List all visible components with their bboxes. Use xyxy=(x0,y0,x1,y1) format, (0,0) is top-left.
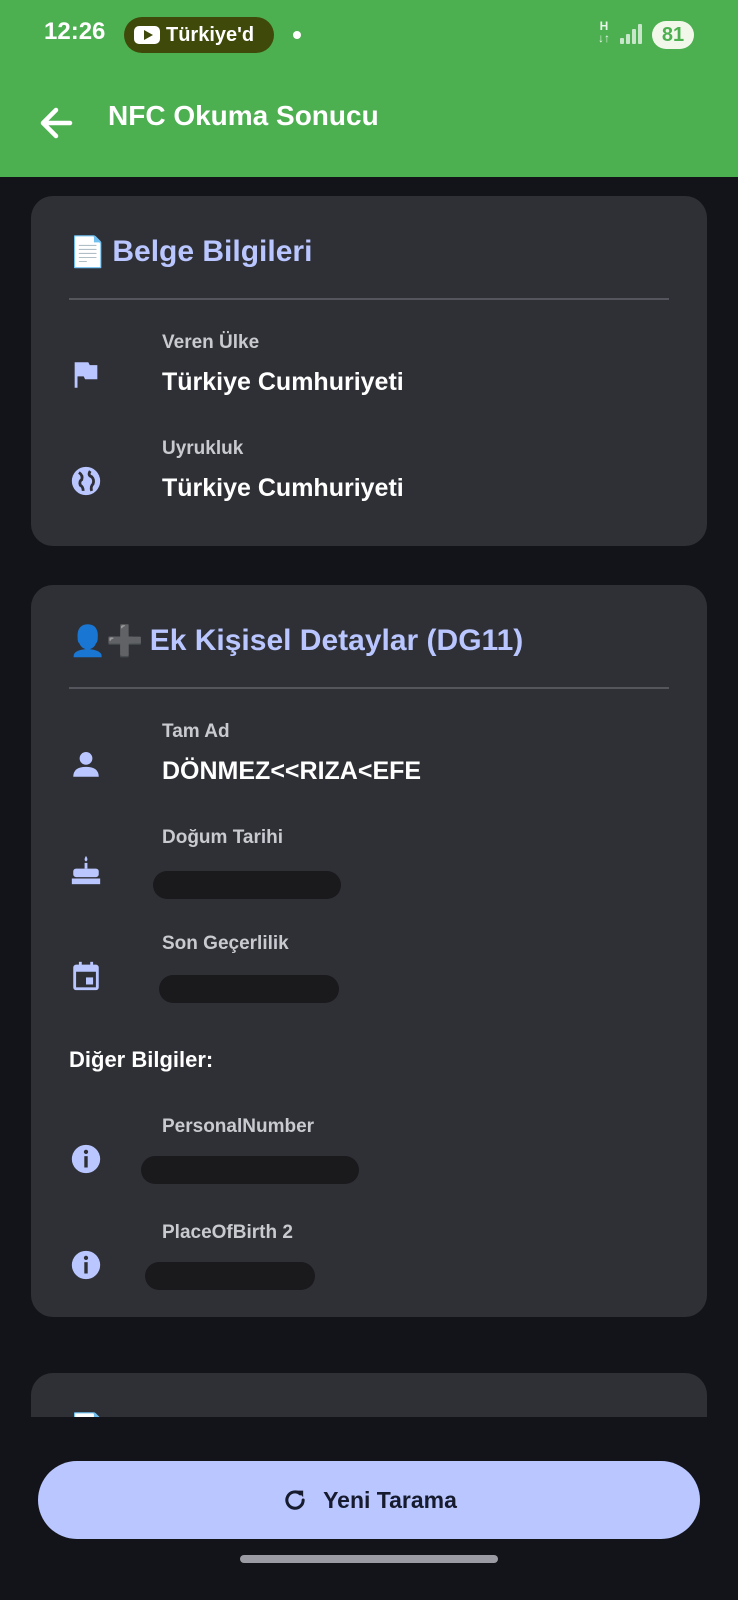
field-label: Son Geçerlilik xyxy=(162,933,289,954)
cake-icon xyxy=(71,855,101,885)
field-label: Veren Ülke xyxy=(162,332,260,353)
top-bar: 12:26 Türkiye'd H ↓↑ 81 NFC Okuma Sonucu xyxy=(0,0,738,177)
field-label: Uyrukluk xyxy=(162,438,244,459)
document-icon: 📄 xyxy=(69,235,107,269)
redacted-value xyxy=(141,1156,359,1184)
redacted-value xyxy=(159,975,339,1003)
status-time: 12:26 xyxy=(44,18,106,45)
other-info-heading: Diğer Bilgiler: xyxy=(69,1047,214,1072)
calendar-icon xyxy=(73,961,99,991)
card-header: 📄 xyxy=(69,1409,112,1418)
new-scan-button[interactable]: Yeni Tarama xyxy=(38,1461,700,1539)
notification-app-name: Türkiye'd xyxy=(166,24,255,46)
home-indicator[interactable] xyxy=(240,1555,498,1563)
place-of-birth-row: PlaceOfBirth 2 xyxy=(69,1222,669,1302)
battery-indicator: 81 xyxy=(652,21,694,49)
document-info-card: 📄 Belge Bilgileri Veren Ülke Türkiye Cum… xyxy=(31,196,707,546)
additional-card: 📄 xyxy=(31,1373,707,1417)
divider xyxy=(69,687,669,689)
arrow-back-icon xyxy=(40,107,73,139)
card-title: Ek Kişisel Detaylar (DG11) xyxy=(149,624,524,657)
field-value: Türkiye Cumhuriyeti xyxy=(162,474,404,502)
redacted-value xyxy=(145,1262,315,1290)
status-bar: 12:26 Türkiye'd H ↓↑ 81 xyxy=(0,0,738,70)
field-value: Türkiye Cumhuriyeti xyxy=(162,368,404,396)
refresh-icon xyxy=(285,1490,305,1510)
person-icon xyxy=(73,751,99,777)
back-button[interactable] xyxy=(32,98,82,148)
person-add-icon: 👤➕ xyxy=(69,624,144,658)
full-name-row: Tam Ad DÖNMEZ<<RIZA<EFE xyxy=(69,721,669,801)
bottom-bar: Yeni Tarama xyxy=(0,1417,738,1600)
flag-icon xyxy=(74,362,98,388)
field-value: DÖNMEZ<<RIZA<EFE xyxy=(162,757,422,785)
info-icon xyxy=(71,1144,101,1174)
divider xyxy=(69,298,669,300)
expiry-date-row: Son Geçerlilik xyxy=(69,933,669,1013)
issuing-country-row: Veren Ülke Türkiye Cumhuriyeti xyxy=(69,332,669,412)
notification-dot-icon xyxy=(293,31,301,39)
network-type: H ↓↑ xyxy=(598,19,610,45)
page-title: NFC Okuma Sonucu xyxy=(108,100,379,131)
globe-icon xyxy=(71,466,101,496)
app-bar: NFC Okuma Sonucu xyxy=(0,70,738,177)
card-header: 📄 Belge Bilgileri xyxy=(69,232,312,272)
redacted-value xyxy=(153,871,341,899)
birth-date-row: Doğum Tarihi xyxy=(69,827,669,907)
notification-pill[interactable]: Türkiye'd xyxy=(124,17,274,53)
field-label: PlaceOfBirth 2 xyxy=(162,1222,293,1243)
field-label: PersonalNumber xyxy=(162,1116,315,1137)
new-scan-label: Yeni Tarama xyxy=(323,1486,457,1513)
info-icon xyxy=(71,1250,101,1280)
personal-number-row: PersonalNumber xyxy=(69,1116,669,1196)
card-title: Belge Bilgileri xyxy=(112,235,313,268)
results-scroll[interactable]: 📄 Belge Bilgileri Veren Ülke Türkiye Cum… xyxy=(0,177,738,1417)
youtube-icon xyxy=(134,26,160,44)
signal-icon xyxy=(620,22,644,44)
nationality-row: Uyrukluk Türkiye Cumhuriyeti xyxy=(69,438,669,518)
card-header: 👤➕ Ek Kişisel Detaylar (DG11) xyxy=(69,621,523,661)
personal-details-card: 👤➕ Ek Kişisel Detaylar (DG11) Tam Ad DÖN… xyxy=(31,585,707,1317)
field-label: Doğum Tarihi xyxy=(162,827,284,848)
field-label: Tam Ad xyxy=(162,721,230,742)
